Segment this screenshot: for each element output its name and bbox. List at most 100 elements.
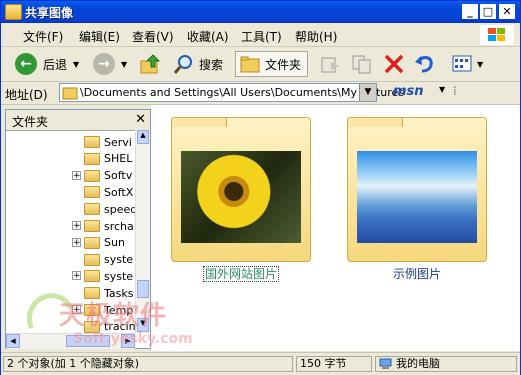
folders-pane-title: 文件夹 [12,115,49,129]
tree-item[interactable]: srcha [84,218,134,234]
move-to-button[interactable] [319,51,341,77]
minimize-button[interactable]: _ [462,4,478,19]
menu-bar: 文件(F) 编辑(E) 查看(V) 收藏(A) 工具(T) 帮助(H) [1,24,520,47]
folder-icon [84,270,100,283]
tree-item-label: Servi [104,135,132,149]
tree-item[interactable]: Softv [84,168,132,184]
folders-pane-header: 文件夹 ✕ [6,110,150,131]
tree-item-label: Softv [104,169,133,183]
scroll-left-icon[interactable]: ◀ [6,334,20,348]
status-size: 150 字节 [296,356,372,372]
title-bar[interactable]: 共享图像 _ □ ✕ [1,1,520,23]
copy-to-button[interactable] [351,51,373,77]
folder-icon [62,87,78,100]
status-objects: 2 个对象(加 1 个隐藏对象) [3,356,293,372]
address-value: \Documents and Settings\All Users\Docume… [80,86,405,99]
forward-arrow-icon: → [93,53,115,75]
folder-icon [84,203,100,216]
views-icon [452,55,472,72]
undo-icon [415,56,433,73]
expand-toggle[interactable]: + [72,221,81,231]
folders-button[interactable]: 文件夹 [235,51,309,77]
window-title: 共享图像 [25,6,74,20]
sunflower-thumbnail [181,151,301,243]
folder-icon [84,136,100,148]
folder-icon [84,152,100,165]
menu-tools[interactable]: 工具(T) [241,28,282,45]
folder-item[interactable] [347,117,487,262]
tree-item-label: syste [104,253,134,267]
address-bar: 地址(D) \Documents and Settings\All Users\… [1,82,520,105]
tree-item-label: syste [104,269,134,283]
scroll-up-icon[interactable]: ▲ [137,130,149,144]
back-label: 后退 [43,57,68,72]
menu-file[interactable]: 文件(F) [23,28,63,45]
tree-item-label: speed [104,202,138,216]
undo-button[interactable] [413,51,435,77]
tree-item-label: Sun [104,236,125,250]
folder-icon [84,220,100,232]
delete-button[interactable] [383,51,405,77]
views-button[interactable]: ▼ [451,51,483,77]
search-label: 搜索 [199,57,224,72]
folder-name[interactable]: 示例图片 [337,265,497,282]
back-arrow-icon: ← [15,53,37,75]
tree-item-label: SoftX [104,185,134,199]
address-dropdown-icon[interactable]: ▼ [359,84,376,101]
folders-label: 文件夹 [265,57,302,72]
back-dropdown-icon[interactable]: ▼ [73,60,79,69]
forward-dropdown-icon[interactable]: ▼ [121,60,127,69]
search-button[interactable]: 搜索 [173,51,223,77]
file-view: 国外网站图片 示例图片 [151,105,520,351]
folder-icon [84,253,100,266]
tree-item[interactable]: syste [84,252,133,268]
toolbar-grip-icon: ⁞ [453,84,457,98]
menu-favorites[interactable]: 收藏(A) [187,28,229,45]
msn-logo: msn [393,84,424,99]
address-field[interactable]: \Documents and Settings\All Users\Docume… [59,83,404,102]
expand-toggle[interactable]: + [72,170,81,180]
tree-item-label: srcha [104,219,134,233]
views-dropdown-icon[interactable]: ▼ [477,60,483,69]
folder-icon [84,236,100,249]
tree-item[interactable]: speed [84,201,137,217]
tree-item[interactable]: syste [84,268,133,284]
status-location: 我的电脑 [375,356,517,372]
explorer-window: 共享图像 _ □ ✕ 文件(F) 编辑(E) 查看(V) 收藏(A) 工具(T)… [0,0,521,375]
windows-logo-icon [480,25,514,45]
folder-icon [84,186,100,199]
my-computer-icon [379,358,392,369]
tree-item-label: SHEL [104,152,133,166]
forward-button[interactable]: → ▼ [93,51,127,77]
watermark-domain: Soft.yesky.com [73,331,193,347]
folder-icon [5,4,22,20]
status-bar: 2 个对象(加 1 个隐藏对象) 150 字节 我的电脑 [1,352,520,375]
folder-item[interactable] [171,117,311,262]
folder-icon [84,169,100,182]
up-folder-icon [140,54,161,74]
folder-name[interactable]: 国外网站图片 [161,265,321,282]
delete-icon [384,54,404,74]
watermark-brand: 天极软件 [59,301,168,331]
expand-toggle[interactable]: + [72,237,81,247]
copy-to-icon [352,55,371,74]
tree-item[interactable]: Sun [84,235,125,251]
close-pane-icon[interactable]: ✕ [135,112,146,127]
menu-view[interactable]: 查看(V) [132,28,174,45]
folders-icon [240,56,260,73]
expand-toggle[interactable]: + [72,271,81,281]
tree-item[interactable]: Servi [84,134,132,150]
tree-item[interactable]: SHEL [84,151,132,167]
menu-edit[interactable]: 编辑(E) [79,28,120,45]
tree-item[interactable]: SoftX [84,184,133,200]
menu-help[interactable]: 帮助(H) [295,28,337,45]
maximize-button[interactable]: □ [480,4,496,19]
msn-dropdown-icon[interactable]: ▼ [439,85,445,94]
search-icon [173,55,192,74]
move-to-icon [321,57,339,73]
back-button[interactable]: ← 后退 ▼ [15,51,79,77]
close-button[interactable]: ✕ [499,4,515,19]
address-label: 地址(D) [5,88,48,102]
toolbar: ← 后退 ▼ → ▼ 搜索 文件夹 ▼ [1,47,520,82]
up-folder-button[interactable] [139,51,161,77]
